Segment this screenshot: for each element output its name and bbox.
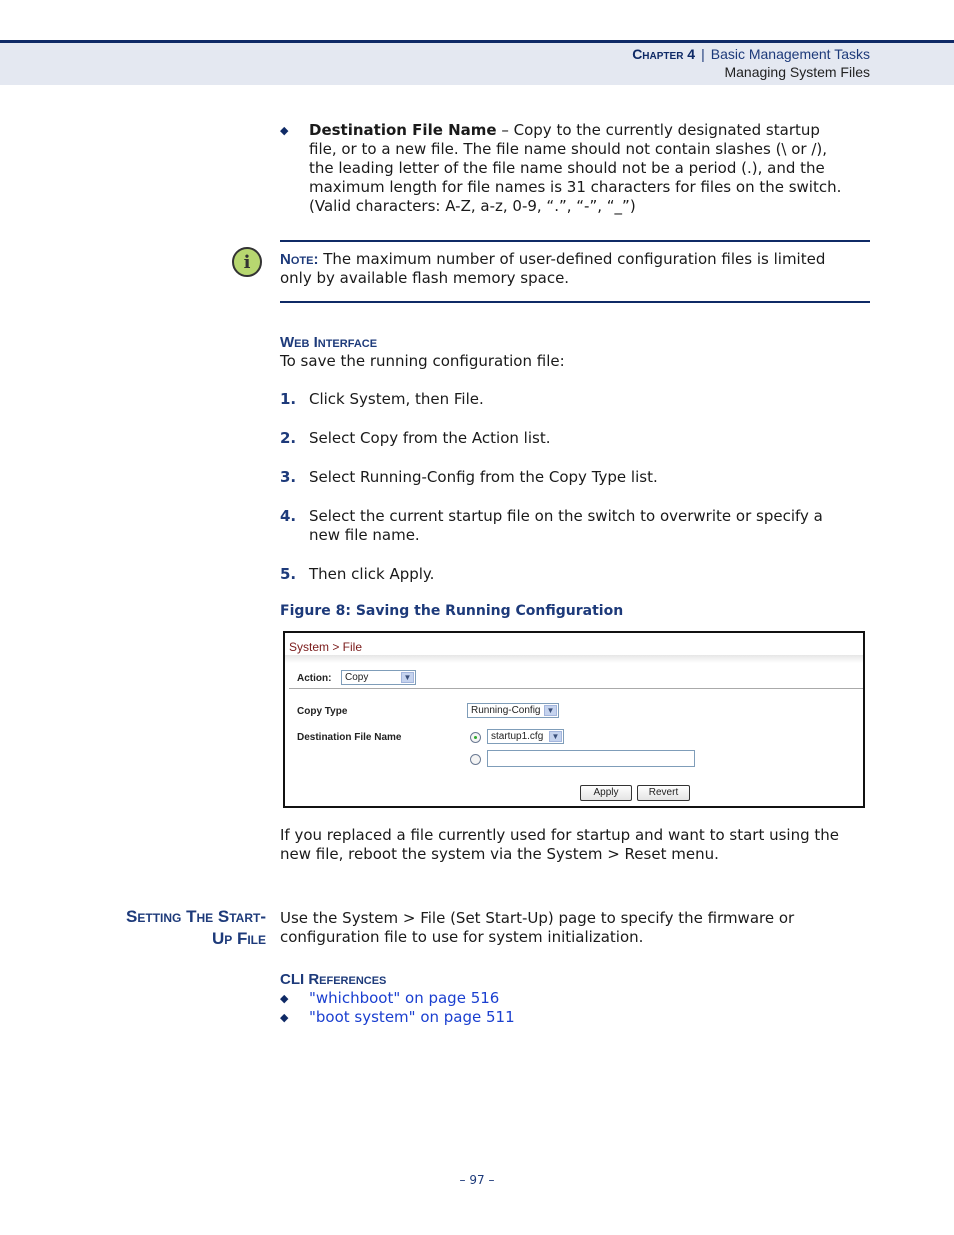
step-text: Select Running-Config from the Copy Type… xyxy=(309,468,658,486)
step-number: 2. xyxy=(280,429,297,447)
step-line: Select the current startup file on the s… xyxy=(309,507,823,525)
destination-line: maximum length for file names is 31 char… xyxy=(309,178,842,196)
step-number: 3. xyxy=(280,468,297,486)
note-label: Note: xyxy=(280,251,319,268)
destination-line: – Copy to the currently designated start… xyxy=(496,121,820,139)
note-top-rule xyxy=(280,240,870,242)
cli-references-heading: CLI References xyxy=(280,971,387,988)
note-line: only by available flash memory space. xyxy=(280,269,570,287)
note-line: The maximum number of user-defined confi… xyxy=(318,250,826,268)
step-line: new file name. xyxy=(309,526,420,544)
new-file-name-input[interactable] xyxy=(487,750,695,767)
chevron-down-icon: ▼ xyxy=(544,705,557,716)
step-number: 5. xyxy=(280,565,297,583)
cli-reference-link[interactable]: "boot system" on page 511 xyxy=(309,1008,515,1027)
header-separator: | xyxy=(701,46,705,62)
section-heading-line: Up File xyxy=(211,929,266,948)
step-text: Click System, then File. xyxy=(309,390,484,408)
step-item: 3. xyxy=(280,468,296,487)
step-item: 4. xyxy=(280,507,296,526)
step-number: 4. xyxy=(280,507,297,525)
page-number: – 97 – xyxy=(459,1173,495,1187)
figure-screenshot: System > File Action: Copy ▼ Copy Type R… xyxy=(283,631,865,808)
step-text: Then click Apply. xyxy=(309,565,435,583)
destination-line: file, or to a new file. The file name sh… xyxy=(309,140,828,158)
copy-type-label: Copy Type xyxy=(297,706,348,717)
paragraph-line: new file, reboot the system via the Syst… xyxy=(280,845,719,863)
apply-button[interactable]: Apply xyxy=(580,785,632,801)
copy-type-select[interactable]: Running-Config ▼ xyxy=(467,703,559,718)
section-title: Managing System Files xyxy=(724,64,870,80)
note-bottom-rule xyxy=(280,301,870,303)
paragraph-line: configuration file to use for system ini… xyxy=(280,928,644,946)
destination-file-value: startup1.cfg xyxy=(491,731,544,742)
destination-line: (Valid characters: A-Z, a-z, 0-9, “.”, “… xyxy=(309,197,636,215)
figure-page-title: System > File xyxy=(289,640,363,654)
destination-term: Destination File Name xyxy=(309,121,497,139)
copy-type-value: Running-Config xyxy=(471,705,541,716)
note-text: Note: The maximum number of user-defined… xyxy=(280,250,870,288)
form-divider xyxy=(289,688,863,689)
step-text: Select Copy from the Action list. xyxy=(309,429,551,447)
cli-reference-link[interactable]: "whichboot" on page 516 xyxy=(309,989,499,1008)
reboot-paragraph: If you replaced a file currently used fo… xyxy=(280,826,880,864)
section-heading-line: Setting The Start- xyxy=(126,907,266,926)
paragraph-line: Use the System > File (Set Start-Up) pag… xyxy=(280,909,795,927)
web-interface-heading: Web Interface xyxy=(280,334,378,351)
chevron-down-icon: ▼ xyxy=(401,672,414,683)
startup-paragraph: Use the System > File (Set Start-Up) pag… xyxy=(280,909,880,947)
title-shade xyxy=(285,655,863,663)
step-number: 1. xyxy=(280,390,297,408)
diamond-bullet-icon: ◆ xyxy=(280,992,289,1005)
action-select[interactable]: Copy ▼ xyxy=(341,670,416,685)
running-header: Chapter 4 | Basic Management Tasks xyxy=(632,46,870,62)
step-item: 5. xyxy=(280,565,296,584)
chapter-title: Basic Management Tasks xyxy=(710,46,870,62)
destination-line: the leading letter of the file name shou… xyxy=(309,159,825,177)
destination-radio-new[interactable] xyxy=(470,754,481,765)
action-label: Action: xyxy=(297,673,332,684)
figure-caption: Figure 8: Saving the Running Configurati… xyxy=(280,603,624,619)
action-select-value: Copy xyxy=(345,672,369,683)
destination-radio-existing[interactable] xyxy=(470,732,481,743)
step-item: 1. xyxy=(280,390,296,409)
destination-label: Destination File Name xyxy=(297,732,402,743)
destination-bullet-text: Destination File Name – Copy to the curr… xyxy=(309,121,879,216)
step-item: 2. xyxy=(280,429,296,448)
web-interface-intro: To save the running configuration file: xyxy=(280,352,565,370)
diamond-bullet-icon: ◆ xyxy=(280,1011,289,1024)
revert-button[interactable]: Revert xyxy=(637,785,690,801)
chevron-down-icon: ▼ xyxy=(549,731,562,742)
info-icon: i xyxy=(232,247,262,277)
diamond-bullet-icon: ◆ xyxy=(280,124,289,137)
paragraph-line: If you replaced a file currently used fo… xyxy=(280,826,840,844)
step-text: Select the current startup file on the s… xyxy=(309,507,823,545)
chapter-label: Chapter 4 xyxy=(632,46,696,62)
destination-file-select[interactable]: startup1.cfg ▼ xyxy=(487,729,564,744)
